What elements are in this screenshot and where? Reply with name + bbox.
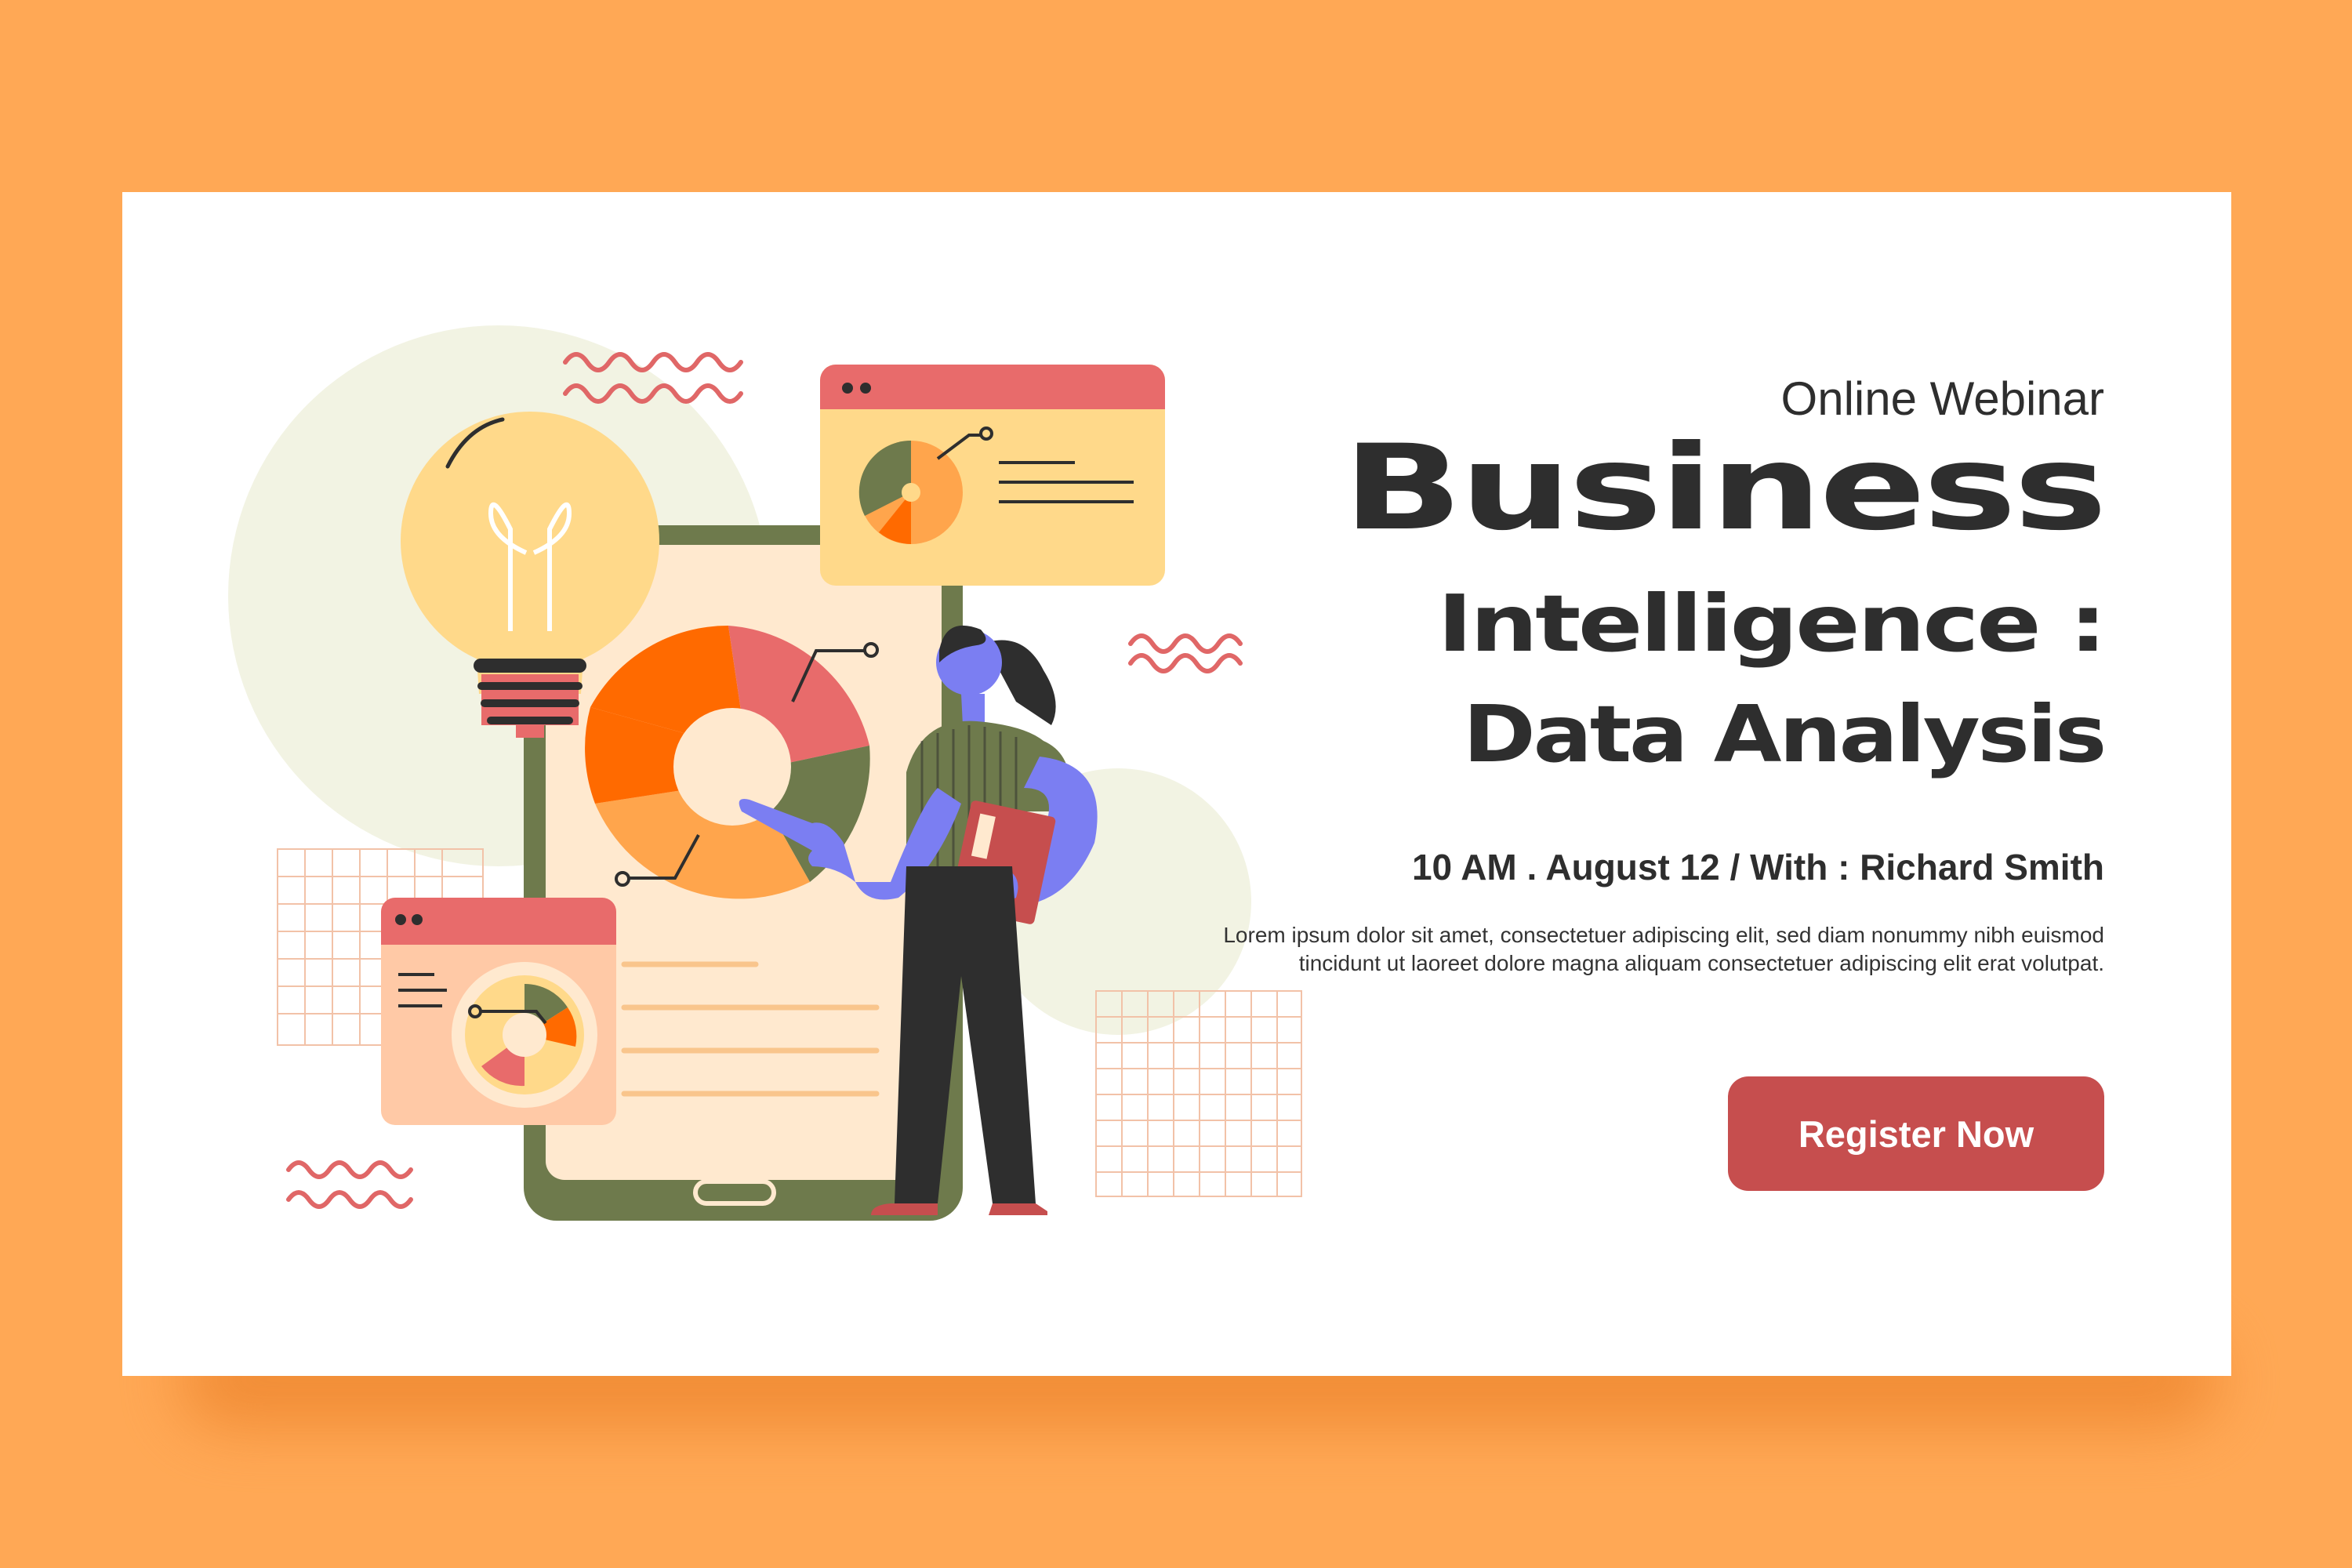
- event-description: Lorem ipsum dolor sit amet, consectetuer…: [1223, 922, 2104, 975]
- register-now-button[interactable]: Register Now: [1728, 1076, 2104, 1191]
- title-line-3: Data Analysis: [1462, 688, 2107, 780]
- eyebrow-label: Online Webinar: [1780, 372, 2104, 425]
- gauge-window-icon: [381, 898, 616, 1125]
- webinar-title: Business Intelligence : Data Analysis: [1163, 426, 2107, 775]
- title-line-1: Business: [1342, 420, 2107, 557]
- webinar-banner-card: Online Webinar Business Intelligence : D…: [122, 192, 2231, 1376]
- event-meta: 10 AM . August 12 / With : Richard Smith: [1411, 846, 2104, 887]
- title-line-2: Intelligence :: [1437, 577, 2107, 670]
- webinar-text-block: Online Webinar Business Intelligence : D…: [1163, 371, 2107, 978]
